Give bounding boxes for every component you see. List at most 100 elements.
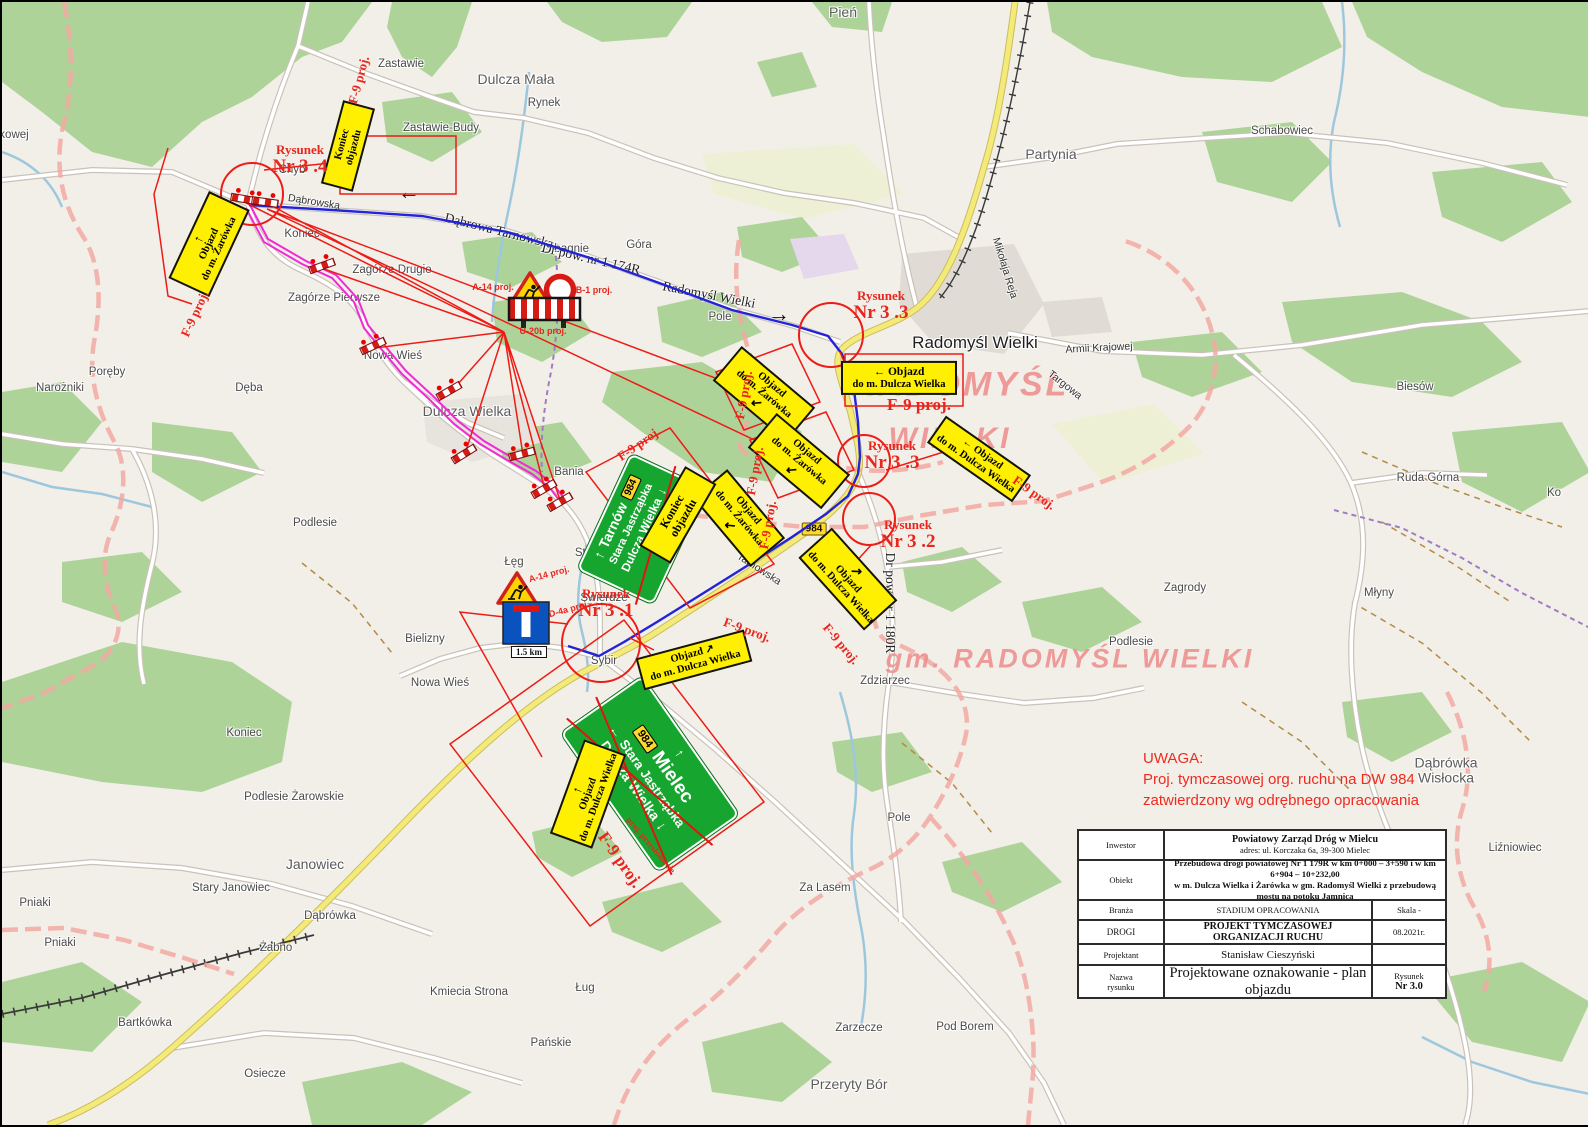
sign-code-label: B-1 proj. bbox=[576, 285, 613, 295]
place-label: Schabowiec bbox=[1251, 125, 1313, 137]
titleblock-date: 08.2021r. bbox=[1372, 920, 1446, 944]
place-label: Partynia bbox=[1025, 146, 1076, 162]
titleblock-label: Obiekt bbox=[1078, 860, 1164, 900]
uwaga-line: Proj. tymczasowej org. ruchu na DW 984 bbox=[1143, 769, 1419, 790]
title-block: Inwestor Powiatowy Zarząd Dróg w Mielcu … bbox=[1077, 829, 1447, 999]
place-label: Zagórze Pierwsze bbox=[288, 292, 380, 304]
place-label: Podlesie bbox=[293, 517, 337, 529]
place-label: kowej bbox=[0, 129, 29, 141]
titleblock-label: Inwestor bbox=[1078, 830, 1164, 860]
place-label: Zarzecze bbox=[835, 1022, 882, 1034]
titleblock-stage: STADIUM OPRACOWANIA bbox=[1164, 900, 1372, 920]
place-label: Nowa Wieś bbox=[411, 677, 469, 689]
place-label-town: Radomyśl Wielki bbox=[912, 333, 1038, 353]
titleblock-scale: Skala - bbox=[1372, 900, 1446, 920]
titleblock-investor: Powiatowy Zarząd Dróg w Mielcu adres: ul… bbox=[1164, 830, 1446, 860]
place-label: Ko bbox=[1547, 487, 1561, 499]
uwaga-note: UWAGA: Proj. tymczasowej org. ruchu na D… bbox=[1143, 748, 1419, 811]
place-label: Zagórze Drugie bbox=[352, 264, 431, 276]
figure-callout: RysunekNr 3 .3 bbox=[864, 439, 919, 473]
place-label: Zastawie-Budy bbox=[403, 122, 479, 134]
titleblock-label: Projektant bbox=[1078, 944, 1164, 965]
figure-callout: RysunekNr 3 .4 bbox=[272, 143, 327, 177]
f9-sign-code-label: F-9 proj. bbox=[177, 288, 212, 339]
place-label: Ruda Górna bbox=[1397, 472, 1460, 484]
place-label: Dulcza Wielka bbox=[423, 403, 512, 419]
place-label: Pole bbox=[708, 311, 731, 323]
place-label: Bania bbox=[554, 466, 583, 478]
place-label: Rynek bbox=[528, 97, 561, 109]
road-shield-984: 984 bbox=[802, 523, 827, 536]
street-label: Mikołaja Reja bbox=[990, 236, 1020, 300]
f9-sign-code-label: F-9 proj. bbox=[743, 446, 767, 497]
place-label: Dulcza Mała bbox=[477, 71, 554, 87]
figure-callout: RysunekNr 3 .2 bbox=[880, 518, 935, 552]
place-label: Ług bbox=[575, 982, 594, 994]
place-label: Góra bbox=[626, 239, 652, 251]
titleblock-label: Nazwarysunku bbox=[1078, 965, 1164, 998]
place-label: Pańskie bbox=[531, 1037, 572, 1049]
place-label: Dęba bbox=[235, 382, 263, 394]
place-label: Narożniki bbox=[36, 382, 84, 394]
road-destination-label: Dąbrowa Tarnowska bbox=[443, 210, 555, 253]
place-label: Pień bbox=[829, 4, 857, 20]
place-label: Poręby bbox=[89, 366, 125, 378]
f9-sign-code-label: F-9 proj. bbox=[819, 620, 863, 668]
place-label: Stary Janowiec bbox=[192, 882, 270, 894]
place-label: Zagrody bbox=[1164, 582, 1206, 594]
detour-sign: ↑Objazddo m. Żarówka bbox=[168, 191, 249, 297]
place-label: Koniec bbox=[284, 228, 319, 240]
place-label: Osiecze bbox=[244, 1068, 286, 1080]
place-label: Łęg bbox=[504, 556, 523, 568]
detour-plan-map: Pień kowej Zastawie Dulcza Mała Rynek Za… bbox=[0, 0, 1588, 1127]
road-closure-barrier-icon bbox=[509, 298, 580, 328]
travel-direction-arrow-icon: → bbox=[768, 303, 790, 325]
place-label: Podlesie bbox=[1109, 636, 1153, 648]
railway-lines bbox=[2, 2, 1030, 1014]
place-label: Pniaki bbox=[44, 937, 75, 949]
place-label: Za Lasem bbox=[799, 882, 850, 894]
uwaga-line: zatwierdzony wg odrębnego opracowania bbox=[1143, 790, 1419, 811]
sign-code-label: A-14 proj. bbox=[528, 564, 571, 584]
no-through-road-sign-icon bbox=[503, 602, 549, 644]
place-label: Zastawie bbox=[378, 58, 424, 70]
f9-sign-code-label: F-9 proj. bbox=[345, 54, 373, 105]
admin-label-gmina: gm. RADOMYŚL WIELKI bbox=[886, 644, 1255, 675]
travel-direction-arrow-icon: ← bbox=[398, 181, 420, 203]
place-label: Kmiecia Strona bbox=[430, 986, 508, 998]
place-label: Liźniowiec bbox=[1488, 842, 1541, 854]
detour-sign: Objazd ↗do m. Dulcza Wielka bbox=[636, 630, 753, 691]
titleblock-branch: DROGI bbox=[1078, 920, 1164, 944]
place-label: Młyny bbox=[1364, 587, 1394, 599]
roadworks-sign-icon bbox=[511, 273, 549, 303]
place-label: Podlesie Żarowskie bbox=[244, 791, 344, 803]
place-label: Bielizny bbox=[405, 633, 445, 645]
titleblock-project-title: PROJEKT TYMCZASOWEJ ORGANIZACJI RUCHU bbox=[1164, 920, 1372, 944]
sign-code-label: A-14 proj. bbox=[472, 282, 514, 292]
place-label: Biesów bbox=[1396, 381, 1433, 393]
place-label: Żabno bbox=[260, 942, 293, 954]
figure-callout: RysunekNr 3 .1 bbox=[578, 587, 633, 621]
titleblock-designer: Stanisław Cieszyński bbox=[1164, 944, 1372, 965]
titleblock-object: Przebudowa drogi powiatowej Nr 1 179R w … bbox=[1164, 860, 1446, 900]
place-label: Dąbrówka bbox=[304, 910, 356, 922]
road-destination-label: Radomyśl Wielki bbox=[661, 278, 756, 312]
street-label: Dąbrowska bbox=[287, 192, 341, 212]
no-entry-sign-icon bbox=[547, 277, 574, 304]
work-zone-sign-cluster bbox=[509, 273, 580, 328]
detour-end-sign: Koniecobjazdu bbox=[321, 100, 375, 192]
place-label: Koniec bbox=[226, 727, 261, 739]
place-label: Przeryty Bór bbox=[810, 1076, 887, 1092]
uwaga-title: UWAGA: bbox=[1143, 748, 1419, 769]
place-label: Bartkówka bbox=[118, 1017, 172, 1029]
place-label: Pod Borem bbox=[936, 1021, 994, 1033]
place-label: Pole bbox=[887, 812, 910, 824]
detour-sign: ← Objazddo m. Dulcza Wielka bbox=[841, 361, 957, 395]
place-label: Pniaki bbox=[19, 897, 50, 909]
sign-code-label: U-20b proj. bbox=[519, 326, 566, 336]
dw984-yellow-road bbox=[48, 2, 1015, 1125]
distance-plate: 1.5 km bbox=[511, 646, 547, 658]
street-label: Armii Krajowej bbox=[1065, 340, 1133, 355]
dead-end-sign-cluster bbox=[498, 573, 549, 644]
place-label: Sybir bbox=[591, 655, 617, 667]
